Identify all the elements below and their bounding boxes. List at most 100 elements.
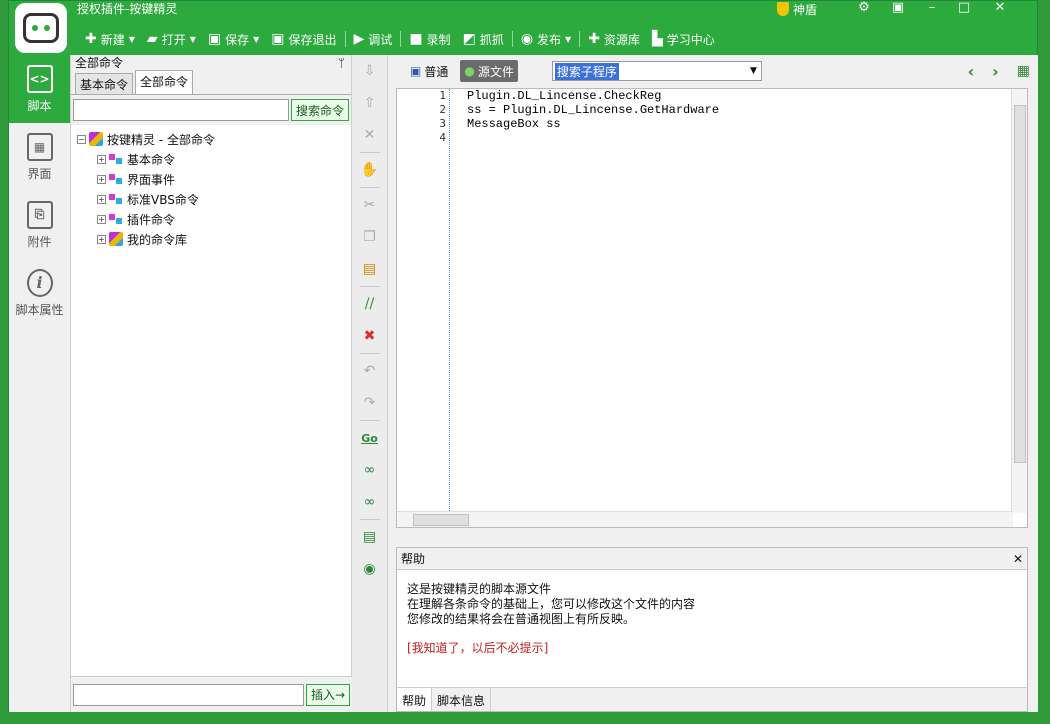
toolbar-learn-button[interactable]: ▙ 学习中心 bbox=[646, 27, 721, 51]
help-line: 您修改的结果将会在普通视图上有所反映。 bbox=[407, 612, 636, 626]
command-panel-title: 全部命令 bbox=[75, 56, 124, 70]
restore-panel-icon[interactable]: ▣ bbox=[883, 1, 913, 17]
find-icon[interactable]: ∞ bbox=[358, 454, 382, 486]
expand-icon[interactable]: + bbox=[97, 234, 106, 244]
replace-icon[interactable]: ∞ bbox=[358, 486, 382, 518]
insert-button[interactable]: 插入→ bbox=[305, 683, 350, 706]
toolbar-label: 录制 bbox=[426, 32, 451, 47]
move-up-icon[interactable]: ⇧ bbox=[358, 87, 382, 119]
help-panel: 帮助 ✕ 这是按键精灵的脚本源文件 在理解各条命令的基础上，您可以修改这个文件的… bbox=[396, 547, 1028, 712]
view-normal-tab[interactable]: ▣ 普通 bbox=[406, 60, 452, 82]
chevron-down-icon[interactable]: ▼ bbox=[565, 35, 571, 44]
toolbar-label: 保存退出 bbox=[288, 32, 337, 47]
code-lines[interactable]: Plugin.DL_Lincense.CheckReg ss = Plugin.D… bbox=[467, 89, 719, 145]
vertical-scrollbar[interactable] bbox=[1011, 89, 1027, 513]
tree-item[interactable]: + 界面事件 bbox=[77, 169, 351, 189]
command-library-icon bbox=[109, 232, 123, 246]
chevron-down-icon[interactable]: ▼ bbox=[190, 35, 196, 44]
goto-icon[interactable]: Go bbox=[358, 422, 382, 454]
paste-icon[interactable]: ▤ bbox=[358, 253, 382, 285]
expand-icon[interactable]: + bbox=[97, 194, 106, 204]
redo-icon[interactable]: ↷ bbox=[358, 387, 382, 419]
title-bar: 授权插件-按键精灵 神盾 ⚙ ▣ – □ ✕ ✚ 新建 ▼ ▰ 打开 ▼ ▣ 保存 ▼ ▣ 保存退出… bbox=[9, 1, 1037, 55]
code-line[interactable]: MessageBox ss bbox=[467, 117, 719, 131]
view-source-label: 源文件 bbox=[477, 64, 514, 79]
app-logo bbox=[15, 3, 67, 53]
expand-icon[interactable]: + bbox=[97, 174, 106, 184]
tab-script-info[interactable]: 脚本信息 bbox=[432, 688, 492, 711]
list-icon[interactable]: ▤ bbox=[358, 521, 382, 553]
learn-icon: ▙ bbox=[651, 31, 663, 47]
tree-root[interactable]: − 按键精灵 - 全部命令 bbox=[77, 129, 351, 149]
next-arrow-icon[interactable]: › bbox=[992, 62, 999, 81]
view-source-tab[interactable]: ● 源文件 bbox=[460, 60, 518, 82]
line-number: 4 bbox=[439, 131, 446, 144]
uncomment-icon[interactable]: ✖ bbox=[358, 320, 382, 352]
code-line[interactable]: Plugin.DL_Lincense.CheckReg bbox=[467, 89, 719, 103]
hand-icon[interactable]: ✋ bbox=[358, 154, 382, 186]
tab-all-commands[interactable]: 全部命令 bbox=[135, 70, 194, 94]
toolbar-label: 保存 bbox=[225, 32, 250, 47]
tree-item[interactable]: + 我的命令库 bbox=[77, 229, 351, 249]
chevron-down-icon[interactable]: ▼ bbox=[253, 35, 259, 44]
editor-topbar: ▣ 普通 ● 源文件 搜索子程序 ▼ ‹ › ▦ bbox=[388, 55, 1038, 87]
nav-item-attachment[interactable]: ⎘ 附件 bbox=[9, 191, 70, 259]
close-help-icon[interactable]: ✕ bbox=[1013, 552, 1023, 566]
toolbar-capture-button[interactable]: ◩ 抓抓 bbox=[457, 27, 510, 51]
tree-item[interactable]: + 标准VBS命令 bbox=[77, 189, 351, 209]
pin-icon[interactable]: ᛘ bbox=[338, 55, 345, 71]
toolbar-record-button[interactable]: ■ 录制 bbox=[403, 27, 456, 51]
nav-item-script[interactable]: <> 脚本 bbox=[9, 55, 70, 123]
tab-basic-commands[interactable]: 基本命令 bbox=[75, 73, 134, 94]
eye-icon[interactable]: ◉ bbox=[358, 553, 382, 585]
shield-badge[interactable]: 神盾 bbox=[777, 1, 817, 17]
toolbar-folder-open-button[interactable]: ▰ 打开 ▼ bbox=[141, 27, 202, 51]
toolbar-publish-button[interactable]: ◉ 发布 ▼ bbox=[515, 27, 577, 51]
command-group-icon bbox=[109, 152, 123, 166]
code-line[interactable]: ss = Plugin.DL_Lincense.GetHardware bbox=[467, 103, 719, 117]
copy-icon[interactable]: ❐ bbox=[358, 221, 382, 253]
maximize-button[interactable]: □ bbox=[949, 1, 979, 17]
toolbar-debug-play-button[interactable]: ▶ 调试 bbox=[348, 27, 399, 51]
code-line[interactable] bbox=[467, 131, 719, 145]
insert-input[interactable] bbox=[73, 683, 304, 706]
help-tabs: 帮助 脚本信息 bbox=[397, 687, 1027, 711]
nav-item-info[interactable]: i 脚本属性 bbox=[9, 259, 70, 327]
collapse-icon[interactable]: − bbox=[77, 134, 86, 144]
expand-icon[interactable]: + bbox=[97, 154, 106, 164]
layout-grid-icon[interactable]: ▦ bbox=[1017, 63, 1030, 79]
delete-icon[interactable]: ✕ bbox=[358, 119, 382, 151]
toolbar-save-exit-button[interactable]: ▣ 保存退出 bbox=[265, 27, 342, 51]
settings-gear-icon[interactable]: ⚙ bbox=[849, 1, 879, 17]
dismiss-help-link[interactable]: [我知道了，以后不必提示] bbox=[407, 641, 1017, 656]
move-down-icon[interactable]: ⇩ bbox=[358, 55, 382, 87]
window-title: 授权插件-按键精灵 bbox=[77, 2, 178, 16]
tree-item[interactable]: + 插件命令 bbox=[77, 209, 351, 229]
toolbar-save-button[interactable]: ▣ 保存 ▼ bbox=[202, 27, 265, 51]
search-command-button[interactable]: 搜索命令 bbox=[290, 99, 349, 121]
tree-item-label: 我的命令库 bbox=[127, 232, 188, 247]
toolbar-plus-button[interactable]: ✚ 新建 ▼ bbox=[79, 27, 141, 51]
toolbar-resource-button[interactable]: ✚ 资源库 bbox=[582, 27, 646, 51]
cut-icon[interactable]: ✂ bbox=[358, 189, 382, 221]
interface-icon: ▦ bbox=[26, 132, 53, 161]
comment-icon[interactable]: // bbox=[358, 288, 382, 320]
subroutine-select[interactable]: 搜索子程序 ▼ bbox=[551, 61, 762, 81]
horizontal-scrollbar[interactable] bbox=[397, 511, 1013, 527]
command-panel-header: 全部命令 ᛘ bbox=[71, 55, 351, 71]
tab-help[interactable]: 帮助 bbox=[397, 688, 433, 711]
minimize-button[interactable]: – bbox=[917, 1, 947, 17]
nav-item-label: 脚本 bbox=[27, 98, 52, 113]
command-search-input[interactable] bbox=[73, 99, 289, 121]
nav-item-interface[interactable]: ▦ 界面 bbox=[9, 123, 70, 191]
tree-item[interactable]: + 基本命令 bbox=[77, 149, 351, 169]
undo-icon[interactable]: ↶ bbox=[358, 355, 382, 387]
close-button[interactable]: ✕ bbox=[985, 1, 1015, 17]
code-area[interactable]: 1234 Plugin.DL_Lincense.CheckReg ss = Plu… bbox=[396, 88, 1028, 528]
chevron-down-icon[interactable]: ▼ bbox=[129, 35, 135, 44]
folder-open-icon: ▰ bbox=[146, 31, 158, 47]
expand-icon[interactable]: + bbox=[97, 214, 106, 224]
attachment-icon: ⎘ bbox=[26, 200, 53, 229]
prev-arrow-icon[interactable]: ‹ bbox=[968, 62, 975, 81]
side-nav: <> 脚本 ▦ 界面 ⎘ 附件 i 脚本属性 bbox=[9, 55, 71, 712]
